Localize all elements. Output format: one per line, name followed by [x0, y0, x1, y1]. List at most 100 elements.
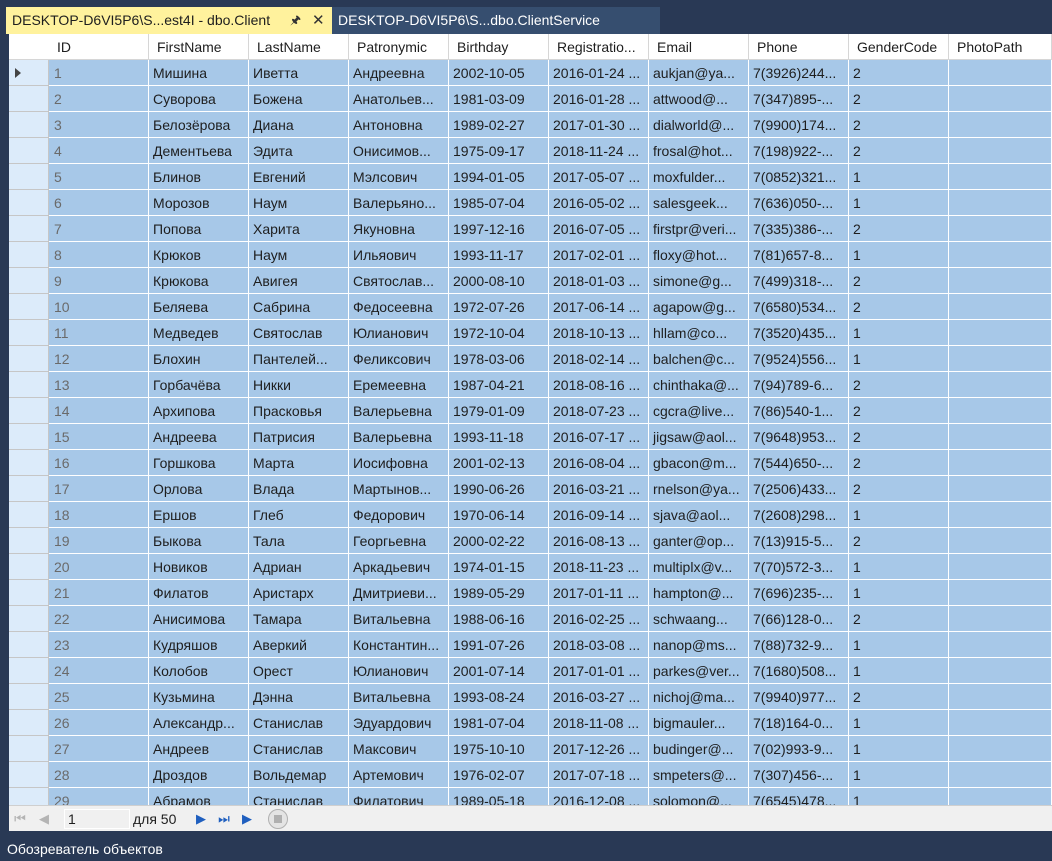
cell-phone[interactable]: 7(307)456-...	[749, 762, 849, 788]
cell-birthday[interactable]: 1975-09-17	[449, 138, 549, 164]
cell-phone[interactable]: 7(9524)556...	[749, 346, 849, 372]
cell-photopath[interactable]	[949, 268, 1052, 294]
cell-photopath[interactable]	[949, 86, 1052, 112]
cell-birthday[interactable]: 1994-01-05	[449, 164, 549, 190]
cell-phone[interactable]: 7(1680)508...	[749, 658, 849, 684]
cell-firstname[interactable]: Орлова	[149, 476, 249, 502]
cell-id[interactable]: 23	[49, 632, 149, 658]
cell-photopath[interactable]	[949, 632, 1052, 658]
cell-firstname[interactable]: Кудряшов	[149, 632, 249, 658]
cell-registration[interactable]: 2018-10-13 ...	[549, 320, 649, 346]
cell-birthday[interactable]: 1974-01-15	[449, 554, 549, 580]
cell-registration[interactable]: 2017-12-26 ...	[549, 736, 649, 762]
cell-phone[interactable]: 7(02)993-9...	[749, 736, 849, 762]
cell-id[interactable]: 29	[49, 788, 149, 805]
cell-email[interactable]: cgcra@live...	[649, 398, 749, 424]
cell-gendercode[interactable]: 1	[849, 554, 949, 580]
cell-gendercode[interactable]: 2	[849, 138, 949, 164]
cell-birthday[interactable]: 1975-10-10	[449, 736, 549, 762]
cell-gendercode[interactable]: 1	[849, 502, 949, 528]
cell-lastname[interactable]: Пантелей...	[249, 346, 349, 372]
cell-phone[interactable]: 7(18)164-0...	[749, 710, 849, 736]
table-row[interactable]: 14 Архипова Прасковья Валерьевна 1979-01-09 2…	[9, 398, 1052, 424]
cell-lastname[interactable]: Марта	[249, 450, 349, 476]
row-selector[interactable]	[9, 190, 49, 216]
cell-id[interactable]: 21	[49, 580, 149, 606]
cell-photopath[interactable]	[949, 502, 1052, 528]
cell-patronymic[interactable]: Валерьевна	[349, 424, 449, 450]
cell-gendercode[interactable]: 2	[849, 398, 949, 424]
cell-gendercode[interactable]: 2	[849, 450, 949, 476]
cell-id[interactable]: 13	[49, 372, 149, 398]
column-header-id[interactable]: ID	[49, 34, 149, 60]
table-row[interactable]: 17 Орлова Влада Мартынов... 1990-06-26 2016-0…	[9, 476, 1052, 502]
cell-lastname[interactable]: Влада	[249, 476, 349, 502]
cell-lastname[interactable]: Тала	[249, 528, 349, 554]
cell-lastname[interactable]: Наум	[249, 190, 349, 216]
cell-birthday[interactable]: 1993-08-24	[449, 684, 549, 710]
cell-phone[interactable]: 7(9900)174...	[749, 112, 849, 138]
stop-icon[interactable]	[268, 809, 288, 829]
cell-registration[interactable]: 2018-08-16 ...	[549, 372, 649, 398]
cell-phone[interactable]: 7(2608)298...	[749, 502, 849, 528]
cell-birthday[interactable]: 2001-07-14	[449, 658, 549, 684]
cell-registration[interactable]: 2018-01-03 ...	[549, 268, 649, 294]
cell-photopath[interactable]	[949, 424, 1052, 450]
cell-registration[interactable]: 2018-11-24 ...	[549, 138, 649, 164]
cell-firstname[interactable]: Попова	[149, 216, 249, 242]
cell-email[interactable]: hampton@...	[649, 580, 749, 606]
tab-dbo-client[interactable]: DESKTOP-D6VI5P6\S...est4I - dbo.Client 🖈…	[6, 7, 332, 34]
cell-email[interactable]: schwaang...	[649, 606, 749, 632]
cell-photopath[interactable]	[949, 684, 1052, 710]
row-selector[interactable]	[9, 710, 49, 736]
cell-id[interactable]: 6	[49, 190, 149, 216]
cell-birthday[interactable]: 1989-05-18	[449, 788, 549, 805]
cell-phone[interactable]: 7(6580)534...	[749, 294, 849, 320]
cell-gendercode[interactable]: 1	[849, 320, 949, 346]
cell-lastname[interactable]: Иветта	[249, 60, 349, 86]
cell-id[interactable]: 15	[49, 424, 149, 450]
cell-patronymic[interactable]: Юлианович	[349, 658, 449, 684]
row-selector[interactable]	[9, 632, 49, 658]
row-selector[interactable]	[9, 502, 49, 528]
cell-email[interactable]: jigsaw@aol...	[649, 424, 749, 450]
cell-email[interactable]: firstpr@veri...	[649, 216, 749, 242]
table-row[interactable]: 2 Суворова Божена Анатольев... 1981-03-09 201…	[9, 86, 1052, 112]
cell-patronymic[interactable]: Георгьевна	[349, 528, 449, 554]
cell-patronymic[interactable]: Максович	[349, 736, 449, 762]
results-grid[interactable]: ID FirstName LastName Patronymic Birthday Reg…	[9, 34, 1052, 805]
cell-phone[interactable]: 7(9940)977...	[749, 684, 849, 710]
cell-registration[interactable]: 2016-07-17 ...	[549, 424, 649, 450]
row-selector[interactable]	[9, 788, 49, 805]
column-header-gendercode[interactable]: GenderCode	[849, 34, 949, 60]
cell-id[interactable]: 9	[49, 268, 149, 294]
cell-gendercode[interactable]: 1	[849, 788, 949, 805]
cell-phone[interactable]: 7(2506)433...	[749, 476, 849, 502]
cell-birthday[interactable]: 1985-07-04	[449, 190, 549, 216]
cell-gendercode[interactable]: 2	[849, 476, 949, 502]
prev-record-icon[interactable]: ◀	[35, 810, 53, 828]
cell-photopath[interactable]	[949, 450, 1052, 476]
cell-gendercode[interactable]: 1	[849, 346, 949, 372]
cell-id[interactable]: 18	[49, 502, 149, 528]
cell-patronymic[interactable]: Андреевна	[349, 60, 449, 86]
cell-firstname[interactable]: Новиков	[149, 554, 249, 580]
cell-phone[interactable]: 7(198)922-...	[749, 138, 849, 164]
cell-photopath[interactable]	[949, 346, 1052, 372]
table-row[interactable]: 4 Дементьева Эдита Онисимов... 1975-09-17 201…	[9, 138, 1052, 164]
cell-lastname[interactable]: Божена	[249, 86, 349, 112]
cell-id[interactable]: 26	[49, 710, 149, 736]
cell-patronymic[interactable]: Аркадьевич	[349, 554, 449, 580]
cell-firstname[interactable]: Беляева	[149, 294, 249, 320]
cell-firstname[interactable]: Александр...	[149, 710, 249, 736]
new-record-icon[interactable]: ▶︎	[238, 810, 256, 828]
cell-photopath[interactable]	[949, 190, 1052, 216]
cell-lastname[interactable]: Евгений	[249, 164, 349, 190]
cell-registration[interactable]: 2017-07-18 ...	[549, 762, 649, 788]
cell-phone[interactable]: 7(335)386-...	[749, 216, 849, 242]
cell-lastname[interactable]: Орест	[249, 658, 349, 684]
cell-firstname[interactable]: Блохин	[149, 346, 249, 372]
cell-email[interactable]: solomon@...	[649, 788, 749, 805]
cell-gendercode[interactable]: 2	[849, 684, 949, 710]
cell-registration[interactable]: 2018-11-08 ...	[549, 710, 649, 736]
